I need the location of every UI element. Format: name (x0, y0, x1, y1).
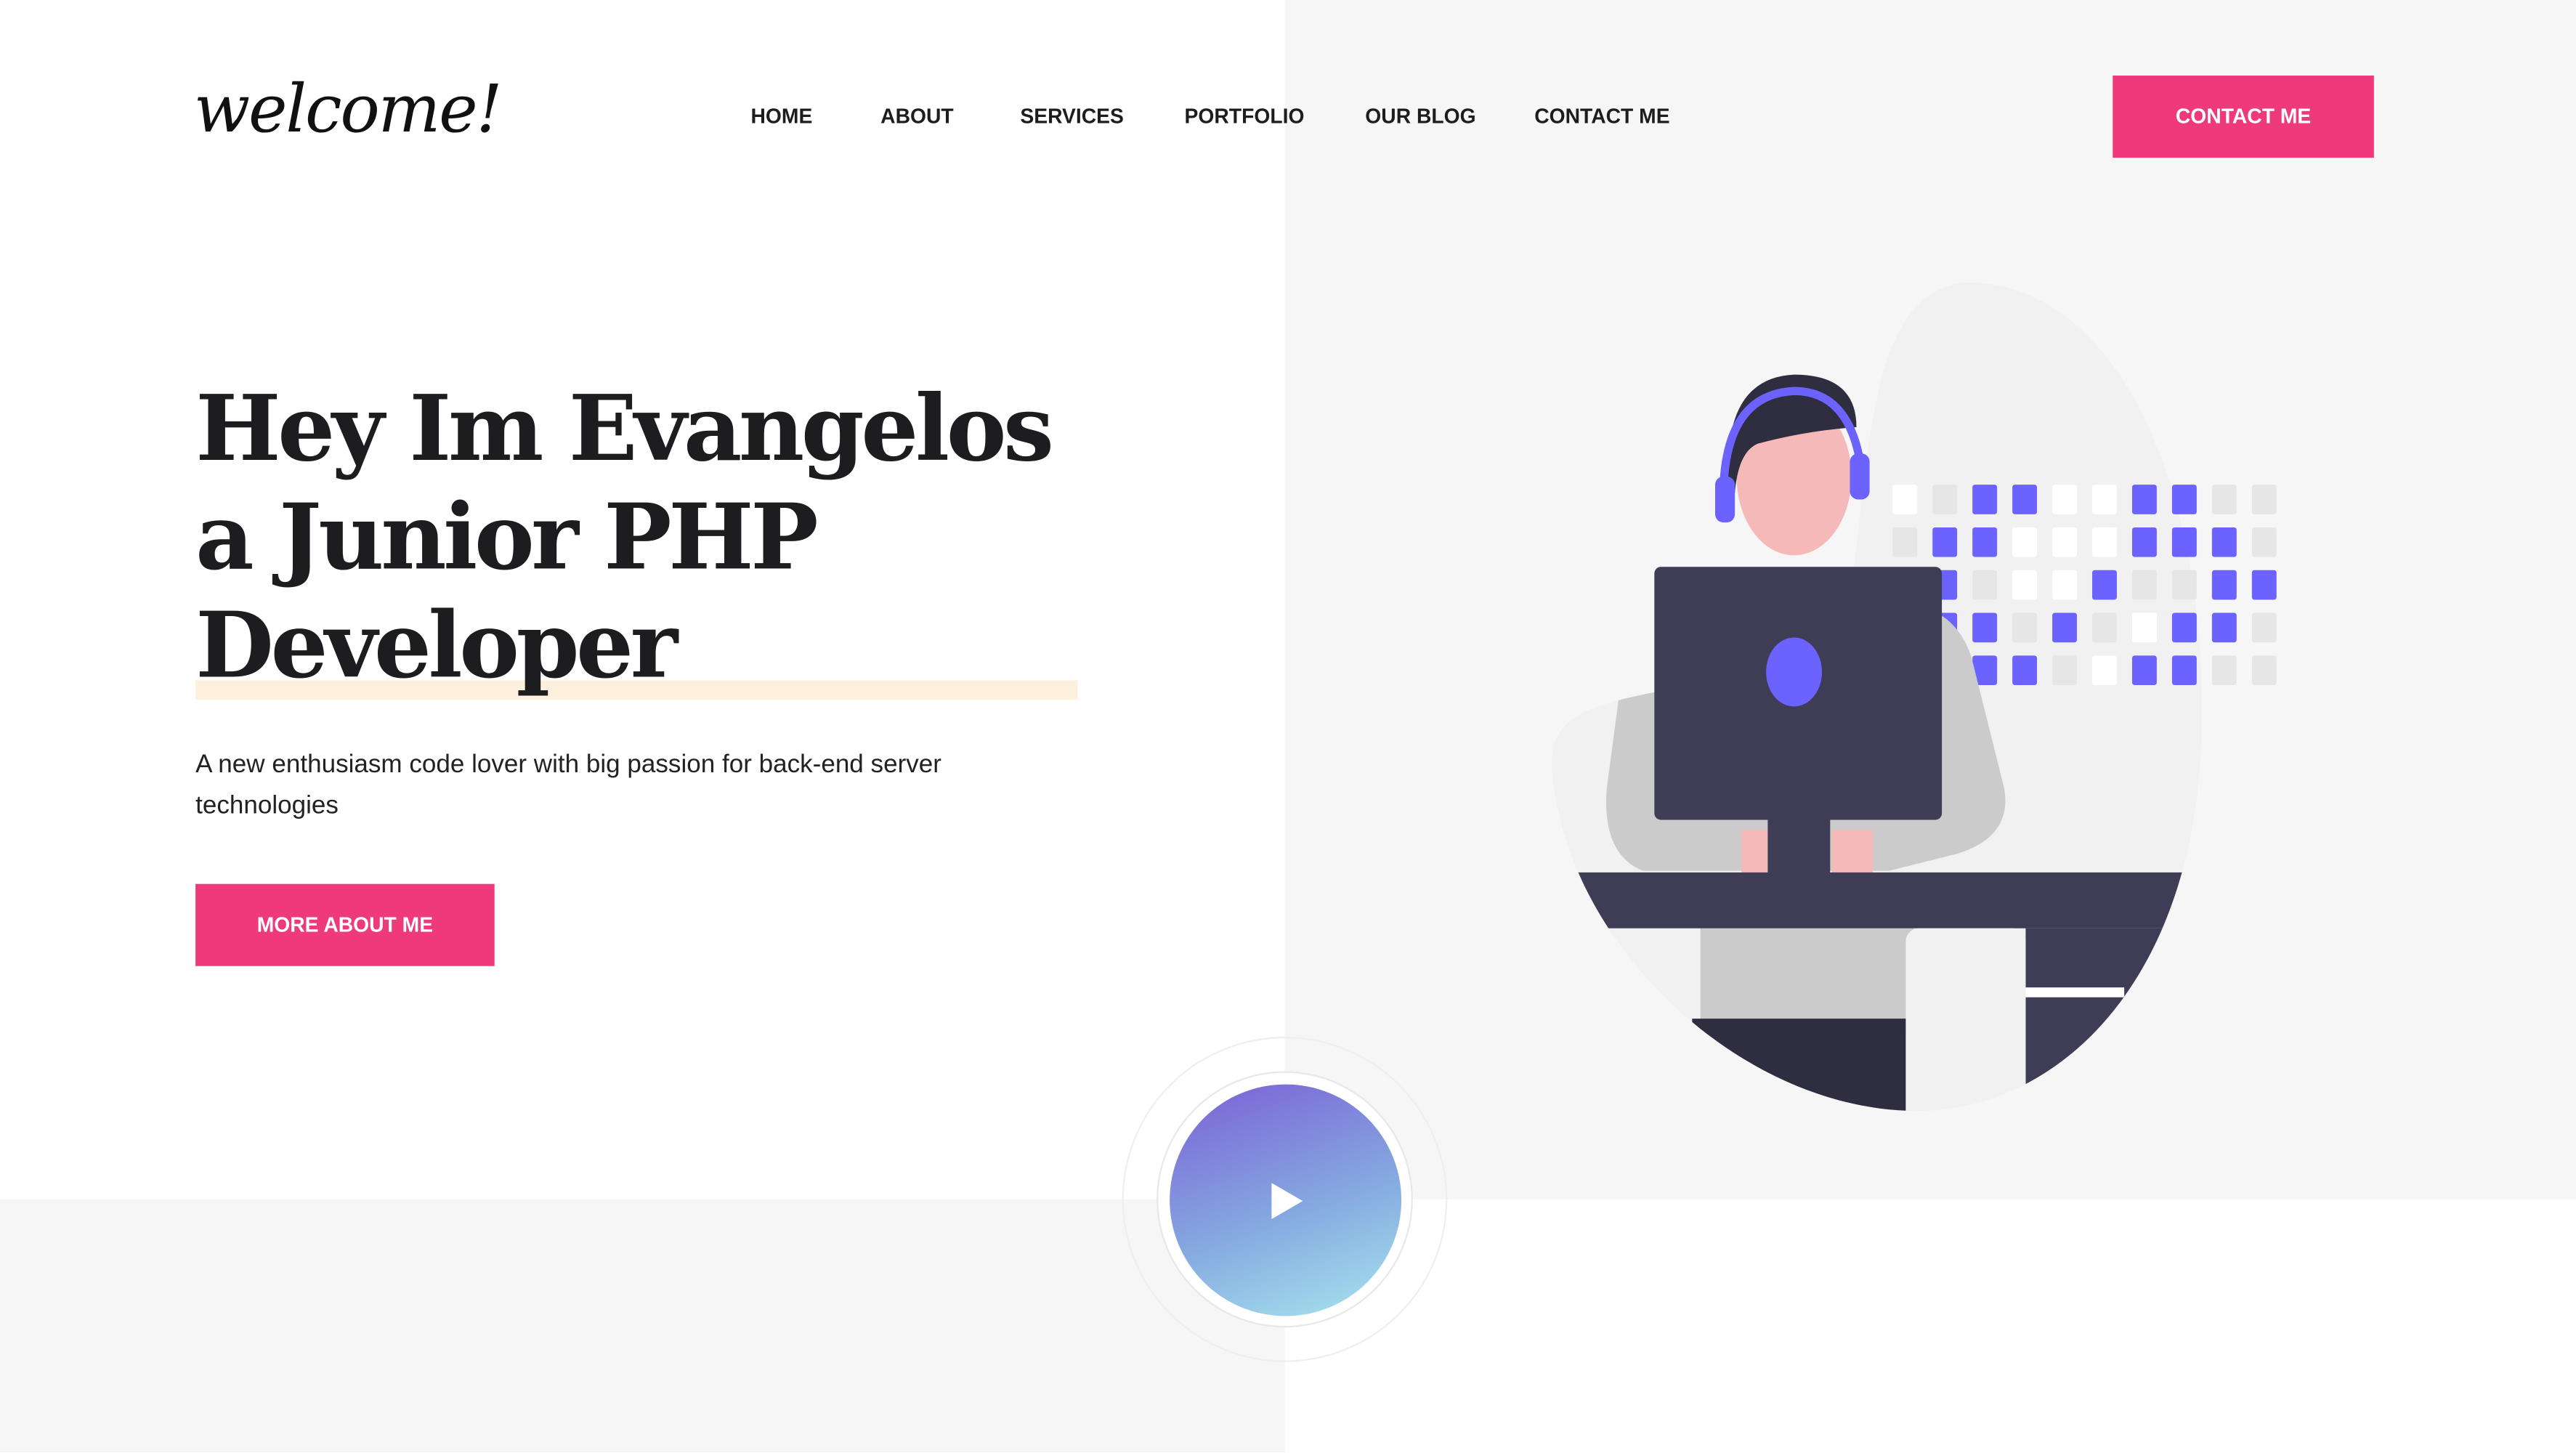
grid-square (2251, 485, 2277, 514)
grid-square (2171, 570, 2197, 600)
grid-square (1892, 527, 1918, 557)
grid-square (2131, 655, 2157, 686)
grid-square (2131, 612, 2157, 643)
pants (1692, 1019, 1906, 1112)
grid-square (2211, 485, 2237, 514)
contact-me-button[interactable]: CONTACT ME (2113, 76, 2374, 158)
desk-leg (2025, 928, 2203, 1112)
hand-left (1741, 830, 1771, 879)
grid-square (2012, 485, 2038, 514)
hero-subtitle: A new enthusiasm code lover with big pas… (195, 750, 941, 820)
legs (1700, 920, 1914, 1035)
section-bottom-background (0, 1199, 1285, 1453)
play-video-button[interactable] (1170, 1084, 1402, 1316)
desk (1551, 872, 2203, 928)
grid-square (2251, 655, 2277, 686)
grid-square (1972, 527, 1998, 557)
nav-our-blog[interactable]: OUR BLOG (1365, 105, 1475, 129)
grid-square (2251, 612, 2277, 643)
grid-square (2012, 527, 2038, 557)
grid-square (2092, 612, 2117, 643)
grid-square (2171, 612, 2197, 643)
grid-square (2052, 570, 2077, 600)
grid-square (2092, 570, 2117, 600)
grid-square (1972, 612, 1998, 643)
grid-square (2251, 527, 2277, 557)
grid-square (2092, 485, 2117, 514)
grid-square (2052, 612, 2077, 643)
grid-square (2012, 612, 2038, 643)
grid-square (1892, 485, 1918, 514)
logo[interactable]: welcome! (194, 73, 503, 148)
grid-square (2171, 527, 2197, 557)
grid-square (2211, 612, 2237, 643)
grid-square (2211, 655, 2237, 686)
grid-square (1972, 485, 1998, 514)
grid-square (2211, 527, 2237, 557)
grid-square (2092, 527, 2117, 557)
grid-square (2012, 655, 2038, 686)
grid-square (2131, 485, 2157, 514)
nav-services[interactable]: SERVICES (1020, 105, 1123, 129)
grid-square (2012, 570, 2038, 600)
grid-square (2052, 655, 2077, 686)
grid-square (2211, 570, 2237, 600)
play-icon (1271, 1182, 1303, 1218)
nav-contact-me[interactable]: CONTACT ME (1534, 105, 1669, 129)
page: welcome! HOME ABOUT SERVICES PORTFOLIO O… (0, 0, 2576, 1453)
hero-title: Hey Im Evangelos a Junior PHP Developer (195, 374, 1054, 699)
grid-square (2131, 527, 2157, 557)
grid-square (2052, 485, 2077, 514)
grid-square (1932, 485, 1958, 514)
more-about-me-button[interactable]: MORE ABOUT ME (195, 883, 495, 966)
monitor-logo (1766, 637, 1823, 707)
nav-home[interactable]: HOME (751, 105, 813, 129)
grid-square (1972, 570, 1998, 600)
nav-about[interactable]: ABOUT (880, 105, 954, 129)
grid-square (1932, 527, 1958, 557)
hand-right (1831, 830, 1874, 879)
grid-square (2171, 655, 2197, 686)
grid-square (2092, 655, 2117, 686)
grid-square (2251, 570, 2277, 600)
grid-square (2131, 570, 2157, 600)
developer-illustration (1551, 282, 2277, 1112)
grid-square (2171, 485, 2197, 514)
nav-portfolio[interactable]: PORTFOLIO (1185, 105, 1305, 129)
monitor-stand (1767, 819, 1831, 876)
grid-square (2052, 527, 2077, 557)
chair (1905, 928, 2026, 1112)
